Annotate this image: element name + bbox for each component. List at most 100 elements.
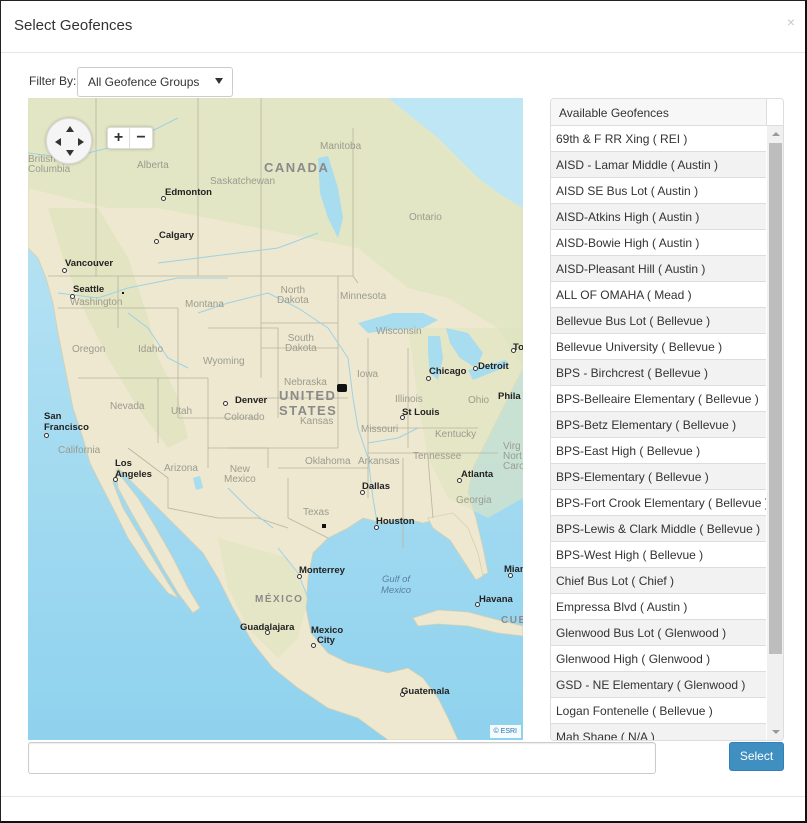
geofence-list-item[interactable]: Bellevue University ( Bellevue ) [551,334,766,360]
filter-selected-value: All Geofence Groups [88,75,200,89]
map-label-calgary: Calgary [159,230,194,241]
map-label-montana: Montana [185,299,224,310]
map-basemap [28,98,523,740]
pan-right-icon[interactable] [78,138,84,146]
geofence-list-item[interactable]: 69th & F RR Xing ( REI ) [551,126,766,152]
map-label-north-dakota: North Dakota [277,285,309,306]
map-label-toronto: To [513,342,523,353]
map-label-gulf-of-mexico: Gulf of Mexico [381,574,412,596]
pan-down-icon[interactable] [66,150,74,156]
map-label-denver: Denver [235,395,268,406]
map-label-united-states: UNITED STATES [279,388,338,418]
map-label-guatemala: Guatemala [401,686,450,697]
filter-label: Filter By: [29,74,77,88]
map-label-south-dakota: South Dakota [285,333,317,354]
pan-up-icon[interactable] [66,126,74,132]
map-label-detroit: Detroit [478,361,509,372]
geofence-shape-marker[interactable] [122,292,124,294]
map-zoom-control: + − [107,127,153,149]
map-label-ontario: Ontario [409,212,442,223]
geofence-list-item[interactable]: GSD - NE Elementary ( Glenwood ) [551,672,766,698]
map-label-monterrey: Monterrey [299,565,345,576]
map-label-arizona: Arizona [164,463,198,474]
geofence-list-item[interactable]: BPS-Betz Elementary ( Bellevue ) [551,412,766,438]
map-label-ohio: Ohio [468,395,490,406]
map-label-manitoba: Manitoba [320,141,362,152]
map-label-wisconsin: Wisconsin [376,326,422,337]
geofence-group-filter-select[interactable]: All Geofence Groups [77,67,233,97]
map-label-new-mexico: New Mexico [224,464,256,485]
geofence-list-item[interactable]: AISD - Lamar Middle ( Austin ) [551,152,766,178]
geofence-shape-austin[interactable] [322,524,326,528]
map-label-kentucky: Kentucky [435,429,477,440]
map-label-saskatchewan: Saskatchewan [210,176,276,187]
map-label-cuba: CUB [501,615,523,626]
map-label-utah: Utah [171,406,193,417]
map-label-los-angeles: Los Angeles [115,458,152,480]
map-label-georgia: Georgia [456,495,492,506]
city-dot-los-angeles [113,477,118,482]
modal-header: Select Geofences × [1,1,805,53]
geofence-list-item[interactable]: ALL OF OMAHA ( Mead ) [551,282,766,308]
geofence-list-item[interactable]: Empressa Blvd ( Austin ) [551,594,766,620]
map-label-houston: Houston [376,516,415,527]
geofence-list-item[interactable]: AISD SE Bus Lot ( Austin ) [551,178,766,204]
geofence-list-item[interactable]: BPS-West High ( Bellevue ) [551,542,766,568]
map-label-guadalajara: Guadalajara [240,622,295,633]
geofence-list-item[interactable]: Glenwood High ( Glenwood ) [551,646,766,672]
geofence-list-item[interactable]: BPS-Fort Crook Elementary ( Bellevue ) [551,490,766,516]
list-scrollbar[interactable] [767,126,783,740]
geofence-shape-omaha[interactable] [337,384,347,392]
map-label-havana: Havana [479,594,513,605]
geofence-list-item[interactable]: Glenwood Bus Lot ( Glenwood ) [551,620,766,646]
map-label-miami: Mian [504,564,523,575]
pan-left-icon[interactable] [55,138,61,146]
geofence-list-item[interactable]: BPS-Lewis & Clark Middle ( Bellevue ) [551,516,766,542]
esri-attribution[interactable]: © ESRI [489,725,521,738]
map-label-wyoming: Wyoming [203,356,245,367]
geofence-list-item[interactable]: Mah Shape ( N/A ) [551,724,766,740]
geofence-name-input[interactable] [28,742,656,774]
map-label-colorado: Colorado [224,412,265,423]
scroll-up-icon[interactable] [772,132,780,136]
geofence-list-item[interactable]: BPS-East High ( Bellevue ) [551,438,766,464]
scroll-down-icon[interactable] [772,730,780,734]
map-label-nevada: Nevada [110,401,145,412]
map-label-idaho: Idaho [138,344,164,355]
map-label-san-francisco: San Francisco [44,411,89,433]
zoom-out-button[interactable]: − [130,128,152,148]
zoom-in-button[interactable]: + [108,128,131,148]
map-label-arkansas: Arkansas [358,456,400,467]
geofence-list-item[interactable]: Logan Fontenelle ( Bellevue ) [551,698,766,724]
map-label-minnesota: Minnesota [340,291,387,302]
map-pan-control[interactable] [46,118,92,164]
geofence-list-item[interactable]: Bellevue Bus Lot ( Bellevue ) [551,308,766,334]
select-button[interactable]: Select [729,742,784,771]
map-label-alberta: Alberta [137,160,169,171]
geofence-rows: 69th & F RR Xing ( REI ) AISD - Lamar Mid… [551,126,766,740]
geofence-list-item[interactable]: Chief Bus Lot ( Chief ) [551,568,766,594]
map-label-california: California [58,445,101,456]
geofence-list-item[interactable]: AISD-Atkins High ( Austin ) [551,204,766,230]
map-label-mexico-city: Mexico City [311,625,344,646]
geofence-list-item[interactable]: BPS-Elementary ( Bellevue ) [551,464,766,490]
map-label-chicago: Chicago [429,366,467,377]
list-header-corner [767,99,783,126]
city-dot-mexico-city [311,643,316,648]
city-dot-san-francisco [44,433,49,438]
map-label-iowa: Iowa [357,369,379,380]
geofence-list-item[interactable]: AISD-Pleasant Hill ( Austin ) [551,256,766,282]
geofence-list-item[interactable]: BPS-Belleaire Elementary ( Bellevue ) [551,386,766,412]
map-label-kansas: Kansas [300,416,334,427]
map-label-washington: Washington [70,297,123,308]
close-icon[interactable]: × [787,15,795,29]
geofence-list-item[interactable]: BPS - Birchcrest ( Bellevue ) [551,360,766,386]
scroll-thumb[interactable] [769,143,782,654]
map-label-st-louis: St Louis [402,407,440,418]
geofence-list-item[interactable]: AISD-Bowie High ( Austin ) [551,230,766,256]
map-view[interactable]: British Columbia Alberta Saskatchewan Man… [28,98,523,740]
map-label-texas: Texas [303,507,330,518]
map-label-vancouver: Vancouver [65,258,114,269]
list-header: Available Geofences [551,99,767,126]
map-label-mexico-country: MÉXICO [255,594,304,605]
